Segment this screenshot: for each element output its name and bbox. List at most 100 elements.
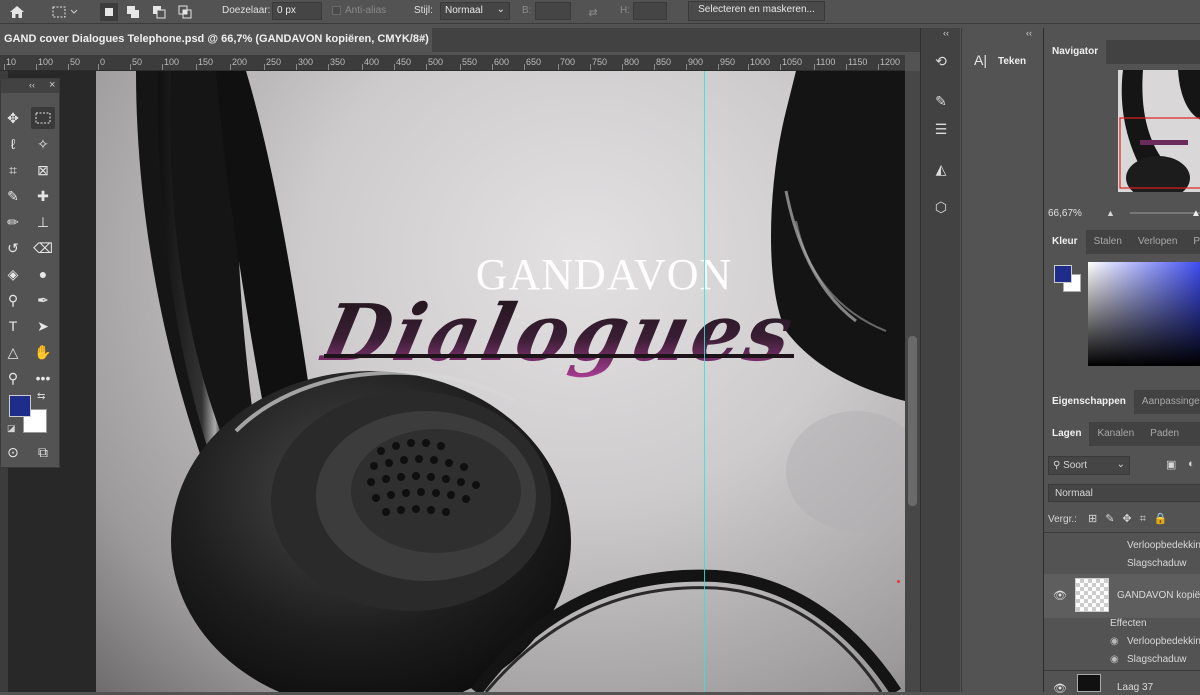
artwork-image [136, 71, 905, 692]
eraser-tool-icon[interactable]: ⌫ [31, 237, 55, 259]
hand-tool-icon[interactable]: ✋ [31, 341, 55, 363]
antialias-checkbox[interactable] [332, 6, 341, 15]
width-input[interactable] [535, 2, 571, 20]
style-select-value: Normaal [445, 5, 483, 16]
layer-filter-select[interactable]: ⚲ Soort ⌄ [1048, 456, 1130, 475]
collapse-icon[interactable]: ‹‹ [1026, 28, 1032, 38]
frame-tool-icon[interactable]: ⊠ [31, 159, 55, 181]
swap-colors-icon[interactable]: ⇆ [37, 391, 45, 402]
style-label: Stijl: [414, 5, 433, 16]
collapse-icon[interactable]: ‹‹ [29, 80, 35, 90]
ruler-tick-label: 150 [198, 57, 214, 67]
brush-settings-icon[interactable]: ✎ [929, 90, 953, 112]
layer-effect-row[interactable]: Slagschaduw [1044, 558, 1200, 569]
scrollbar-thumb[interactable] [908, 336, 917, 506]
layer-effect-row[interactable]: Verloopbedekking [1044, 636, 1200, 647]
swap-icon[interactable]: ⇄ [584, 3, 602, 21]
styles-panel-icon[interactable]: ◭ [929, 158, 953, 180]
tab-layers[interactable]: Lagen [1044, 422, 1090, 446]
guide-line[interactable] [704, 71, 705, 692]
quick-mask-icon[interactable]: ⊙ [1, 441, 25, 463]
ruler-tick [162, 64, 163, 70]
tab-adjustments[interactable]: Aanpassingen [1134, 390, 1200, 414]
image-filter-icon[interactable]: ▣ [1166, 458, 1176, 471]
eye-icon[interactable]: 👁 [1053, 589, 1067, 602]
tab-color[interactable]: Kleur [1044, 230, 1086, 254]
character-icon[interactable]: A| [974, 52, 987, 68]
3d-panel-icon[interactable]: ⬡ [929, 196, 953, 218]
layer-name[interactable]: GANDAVON kopiëren [1117, 590, 1200, 601]
effects-header[interactable]: Effecten [1044, 618, 1200, 629]
pen-tool-icon[interactable]: ✒ [31, 289, 55, 311]
add-selection-icon[interactable] [124, 3, 142, 21]
tab-channels[interactable]: Kanalen [1089, 422, 1142, 446]
tab-navigator[interactable]: Navigator [1044, 40, 1107, 64]
ruler-tick-label: 800 [624, 57, 640, 67]
move-tool-icon[interactable]: ✥ [1, 107, 25, 129]
zoom-slider[interactable] [1130, 212, 1200, 214]
collapse-icon[interactable]: ‹‹ [943, 28, 949, 38]
height-input[interactable] [633, 2, 667, 20]
rect-marquee-tool-icon[interactable] [31, 107, 55, 129]
adjustments-icon[interactable]: ☰ [929, 118, 953, 140]
new-selection-icon[interactable] [100, 3, 118, 21]
magic-wand-tool-icon[interactable]: ✧ [31, 133, 55, 155]
lasso-tool-icon[interactable]: ℓ [1, 133, 25, 155]
select-and-mask-button[interactable]: Selecteren en maskeren... [688, 1, 825, 21]
home-icon[interactable] [6, 3, 28, 21]
dodge-tool-icon[interactable]: ⚲ [1, 289, 25, 311]
paint-bucket-tool-icon[interactable]: ◈ [1, 263, 25, 285]
properties-tabs: Eigenschappen Aanpassingen [1044, 390, 1200, 414]
stamp-tool-icon[interactable]: ⊥ [31, 211, 55, 233]
ruler-tick-label: 750 [592, 57, 608, 67]
zoom-out-icon[interactable]: ▲ [1106, 208, 1115, 218]
healing-brush-tool-icon[interactable]: ✚ [31, 185, 55, 207]
vertical-scrollbar[interactable] [905, 71, 920, 692]
close-icon[interactable]: × [420, 33, 426, 45]
brush-tool-icon[interactable]: ✏ [1, 211, 25, 233]
document-canvas[interactable]: GANDAVON Dialogues [96, 71, 905, 692]
zoom-tool-icon[interactable]: ⚲ [1, 367, 25, 389]
eye-icon[interactable]: 👁 [1053, 682, 1067, 695]
more-tools-icon[interactable]: ••• [31, 367, 55, 389]
tab-patterns[interactable]: P [1185, 230, 1200, 254]
layer-name[interactable]: Laag 37 [1117, 682, 1200, 693]
navigator-thumbnail[interactable] [1118, 70, 1200, 192]
blur-tool-icon[interactable]: ● [31, 263, 55, 285]
style-select[interactable]: Normaal ⌄ [440, 2, 510, 20]
layer-effect-row[interactable]: Verloopbedekking [1044, 540, 1200, 551]
path-selection-tool-icon[interactable]: ➤ [31, 315, 55, 337]
document-tab[interactable]: GAND cover Dialogues Telephone.psd @ 66,… [0, 28, 432, 52]
subtract-selection-icon[interactable] [150, 3, 168, 21]
character-panel-label[interactable]: Teken [998, 56, 1026, 67]
rect-marquee-icon[interactable] [48, 3, 84, 21]
ruler-tick [4, 64, 5, 70]
lock-icons[interactable]: ⊞✎✥⌗🔒 [1088, 512, 1176, 526]
history-brush-tool-icon[interactable]: ↺ [1, 237, 25, 259]
shape-tool-icon[interactable]: △ [1, 341, 25, 363]
crop-tool-icon[interactable]: ⌗ [1, 159, 25, 181]
zoom-slider-handle[interactable]: ▲ [1191, 208, 1200, 219]
eyedropper-tool-icon[interactable]: ✎ [1, 185, 25, 207]
ruler-tick-label: 50 [70, 57, 81, 67]
ruler-tick-label: 550 [462, 57, 478, 67]
tab-gradients[interactable]: Verlopen [1130, 230, 1185, 254]
tab-properties[interactable]: Eigenschappen [1044, 390, 1134, 414]
panel-icon-strip: ‹‹ ⟲ ✎ ☰ ◭ ⬡ [920, 28, 960, 692]
type-tool-icon[interactable]: T [1, 315, 25, 337]
layer-effect-row[interactable]: Slagschaduw [1044, 654, 1200, 665]
foreground-color-swatch[interactable] [1054, 265, 1072, 283]
history-panel-icon[interactable]: ⟲ [929, 50, 953, 72]
tab-swatches[interactable]: Stalen [1086, 230, 1130, 254]
navigator-zoom-value[interactable]: 66,67% [1048, 208, 1082, 219]
color-picker-field[interactable] [1088, 262, 1200, 366]
tab-paths[interactable]: Paden [1142, 422, 1187, 446]
close-icon[interactable]: × [49, 79, 55, 91]
screen-mode-icon[interactable]: ⧉ [31, 441, 55, 463]
default-colors-icon[interactable]: ◪ [7, 423, 16, 434]
marker-dot [897, 580, 900, 583]
intersect-selection-icon[interactable] [176, 3, 194, 21]
adjustment-filter-icon[interactable]: ◐ [1188, 458, 1195, 470]
blend-mode-select[interactable]: Normaal [1048, 484, 1200, 502]
feather-input[interactable]: 0 px [272, 2, 322, 20]
